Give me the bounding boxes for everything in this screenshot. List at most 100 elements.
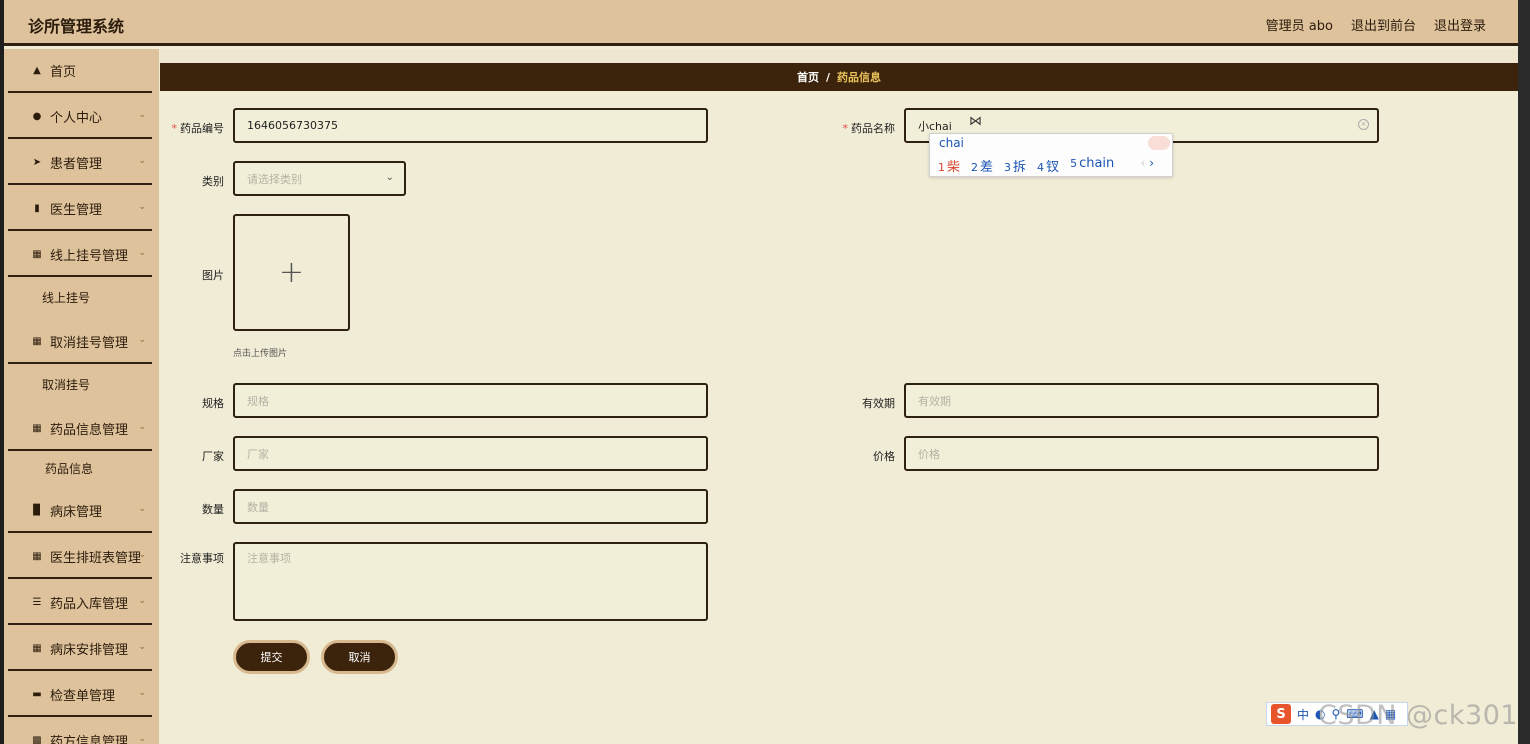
submit-button[interactable]: 提交	[233, 640, 310, 674]
upload-hint: 点击上传图片	[233, 349, 288, 359]
chevron-down-icon: ⌄	[138, 596, 146, 606]
grid-icon: ▦	[32, 550, 42, 562]
ime-candidate-text: 差	[980, 160, 994, 175]
sidebar-item-doctor-schedule[interactable]: ▦ 医生排班表管理 ⌄	[8, 535, 152, 579]
chevron-down-icon: ⌄	[138, 248, 146, 258]
price-input[interactable]: 价格	[904, 436, 1379, 471]
sidebar-item-drug-info-mgmt[interactable]: ▦ 药品信息管理 ⌄	[8, 407, 152, 451]
maker-input[interactable]: 厂家	[233, 436, 708, 471]
expiry-placeholder: 有效期	[918, 394, 951, 408]
sidebar-item-label: 患者管理	[50, 156, 103, 172]
notes-placeholder: 注意事项	[247, 552, 291, 565]
expiry-label: 有效期	[862, 397, 895, 410]
ime-logo-icon	[1148, 136, 1170, 150]
ime-candidate[interactable]: 1柴	[938, 156, 960, 175]
sidebar-item-bed-arrangement[interactable]: ▦ 病床安排管理 ⌄	[8, 627, 152, 671]
chevron-down-icon: ⌄	[138, 335, 146, 345]
chevron-down-icon: ⌄	[138, 110, 146, 120]
breadcrumb-separator: /	[825, 70, 831, 84]
sidebar-item-label: 医生排班表管理	[50, 550, 142, 566]
ime-mode-label[interactable]: 中	[1297, 706, 1309, 723]
sidebar-item-online-registration-mgmt[interactable]: ▦ 线上挂号管理 ⌄	[8, 233, 152, 277]
list-icon: ☰	[32, 596, 42, 608]
image-upload-button[interactable]: +	[233, 214, 350, 331]
chevron-down-icon: ⌄	[138, 734, 146, 744]
sidebar-subitem-online-registration[interactable]: 线上挂号	[8, 282, 152, 312]
spec-input[interactable]: 规格	[233, 383, 708, 418]
ime-candidate[interactable]: 3拆	[1004, 156, 1026, 175]
text-cursor-icon: ⋈	[969, 113, 982, 128]
sidebar-subitem-cancel-registration[interactable]: 取消挂号	[8, 369, 152, 399]
chevron-down-icon: ⌄	[138, 422, 146, 432]
ime-candidate-text: 拆	[1013, 160, 1027, 175]
sidebar-item-cancel-registration-mgmt[interactable]: ▦ 取消挂号管理 ⌄	[8, 320, 152, 364]
notes-textarea[interactable]: 注意事项	[233, 542, 708, 621]
header-links: 管理员 abo 退出到前台 退出登录	[1266, 15, 1486, 34]
user-icon: ●	[32, 110, 42, 122]
ime-candidate-text: 柴	[947, 160, 961, 175]
sidebar-item-drug-stock-in[interactable]: ☰ 药品入库管理 ⌄	[8, 581, 152, 625]
sidebar-subitem-drug-info[interactable]: 药品信息	[8, 453, 152, 483]
spec-placeholder: 规格	[247, 394, 269, 408]
logout-link[interactable]: 退出登录	[1434, 15, 1486, 34]
send-icon: ➤	[32, 156, 42, 168]
ime-candidate[interactable]: 2差	[971, 156, 993, 175]
drug-code-label-text: 药品编号	[180, 122, 224, 135]
sidebar-item-label: 病床管理	[50, 504, 103, 520]
chevron-right-icon[interactable]: ›	[1149, 156, 1154, 170]
expiry-input[interactable]: 有效期	[904, 383, 1379, 418]
chevron-down-icon: ⌄	[138, 688, 146, 698]
sidebar-item-beds[interactable]: ▉ 病床管理 ⌄	[8, 489, 152, 533]
exit-to-front-link[interactable]: 退出到前台	[1351, 15, 1416, 34]
app-window: 诊所管理系统 管理员 abo 退出到前台 退出登录 ▲ 首页 ● 个人中心 ⌄ …	[4, 0, 1518, 744]
breadcrumb: 首页 / 药品信息	[160, 63, 1518, 91]
chevron-down-icon: ⌄	[138, 550, 146, 560]
category-select[interactable]: 请选择类别 ⌄	[233, 161, 406, 196]
sidebar-item-personal-center[interactable]: ● 个人中心 ⌄	[8, 95, 152, 139]
ime-candidate[interactable]: 4钗	[1037, 156, 1059, 175]
drug-name-value: 小chai	[918, 119, 952, 133]
sidebar-item-label: 病床安排管理	[50, 642, 129, 658]
admin-user-label[interactable]: 管理员 abo	[1266, 15, 1333, 34]
cancel-button[interactable]: 取消	[321, 640, 398, 674]
monitor-icon: ▬	[32, 688, 42, 700]
grid-icon: ▦	[32, 422, 42, 434]
ime-page-nav[interactable]: ‹ ›	[1141, 156, 1154, 170]
sidebar-subitem-label: 线上挂号	[42, 290, 91, 305]
chevron-left-icon[interactable]: ‹	[1141, 156, 1146, 170]
sogou-logo-icon: S	[1271, 704, 1291, 724]
sidebar-item-label: 取消挂号管理	[50, 335, 129, 351]
quantity-input[interactable]: 数量	[233, 489, 708, 524]
sidebar-item-label: 药方信息管理	[50, 734, 129, 744]
sidebar-item-prescriptions[interactable]: ▩ 药方信息管理 ⌄	[8, 719, 152, 744]
sidebar-item-doctors[interactable]: ▮ 医生管理 ⌄	[8, 187, 152, 231]
sidebar-item-label: 检查单管理	[50, 688, 116, 704]
drug-code-input[interactable]: 1646056730375	[233, 108, 708, 143]
chevron-down-icon: ⌄	[138, 642, 146, 652]
breadcrumb-home[interactable]: 首页	[797, 69, 819, 85]
sidebar: ▲ 首页 ● 个人中心 ⌄ ➤ 患者管理 ⌄ ▮ 医生管理 ⌄ ▦ 线上挂号管理…	[4, 49, 159, 744]
sidebar-subitem-label: 药品信息	[45, 461, 94, 476]
sidebar-item-exam-orders[interactable]: ▬ 检查单管理 ⌄	[8, 673, 152, 717]
quantity-label: 数量	[202, 503, 224, 516]
chevron-down-icon: ⌄	[138, 156, 146, 166]
grid-icon: ▦	[32, 642, 42, 654]
price-label: 价格	[873, 450, 895, 463]
category-placeholder: 请选择类别	[247, 172, 302, 186]
plus-icon: +	[278, 255, 305, 290]
ime-composition: chai	[939, 136, 964, 150]
sidebar-item-patients[interactable]: ➤ 患者管理 ⌄	[8, 141, 152, 185]
sidebar-item-label: 线上挂号管理	[50, 248, 129, 264]
ime-candidate-number: 1	[938, 161, 945, 174]
ime-candidate[interactable]: 5 chain	[1070, 156, 1114, 175]
sidebar-item-label: 个人中心	[50, 110, 103, 126]
sidebar-item-label: 药品入库管理	[50, 596, 129, 612]
sidebar-item-label: 药品信息管理	[50, 422, 129, 438]
window-scrollbar[interactable]	[1518, 0, 1530, 744]
maker-placeholder: 厂家	[247, 447, 269, 461]
ime-candidate-number: 4	[1037, 161, 1045, 174]
sidebar-item-home[interactable]: ▲ 首页	[8, 49, 152, 93]
notes-label: 注意事项	[180, 552, 224, 565]
clear-icon[interactable]: ×	[1358, 119, 1369, 130]
ime-candidate-number: 3	[1004, 161, 1012, 174]
